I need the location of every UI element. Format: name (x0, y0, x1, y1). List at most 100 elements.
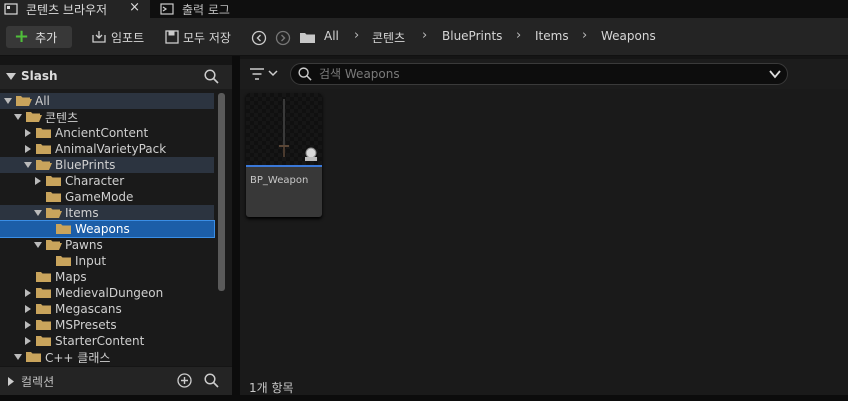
chevron-down-icon[interactable] (6, 73, 16, 81)
filter-bar (240, 59, 848, 89)
tree-item[interactable]: Weapons (0, 220, 215, 238)
back-button[interactable] (251, 30, 267, 49)
breadcrumb-item-content[interactable]: 콘텐츠 (372, 29, 405, 46)
chevron-down-icon[interactable] (4, 97, 12, 105)
tree-item-label: StarterContent (55, 334, 145, 348)
tree-item[interactable]: AncientContent (0, 125, 214, 141)
tree-item-label: Maps (55, 270, 87, 284)
content-browser-icon (4, 3, 18, 15)
forward-button[interactable] (275, 30, 291, 49)
breadcrumb-item-blueprints[interactable]: BluePrints (442, 29, 502, 43)
tree-item-label: MedievalDungeon (55, 286, 164, 300)
tree-item[interactable]: Maps (0, 269, 214, 285)
bottom-border (0, 395, 848, 401)
search-box[interactable] (290, 63, 788, 85)
chevron-down-icon[interactable] (14, 353, 22, 361)
tree-item[interactable]: GameMode (0, 189, 214, 205)
folder-open-icon (26, 112, 42, 122)
search-input[interactable] (319, 66, 759, 82)
scrollbar[interactable] (218, 93, 225, 291)
chevron-right-icon[interactable] (24, 337, 32, 345)
folder-open-icon (36, 160, 52, 170)
output-log-icon (160, 3, 174, 15)
save-icon (165, 30, 179, 44)
chevron-down-icon[interactable] (24, 161, 32, 169)
chevron-down-icon[interactable] (769, 70, 781, 79)
tab-output-log[interactable]: 출력 로그 (156, 0, 266, 18)
breadcrumb-item-weapons[interactable]: Weapons (601, 29, 656, 43)
sources-header: Slash (0, 65, 232, 89)
asset-view: BP_Weapon 1개 항목 (240, 89, 848, 395)
folder-open-icon (46, 240, 62, 250)
chevron-right-icon: › (354, 28, 360, 43)
toolbar: + 추가 임포트 모두 저장 All › 콘텐츠 › BluePrints › … (0, 18, 848, 56)
chevron-down-icon[interactable] (34, 209, 42, 217)
tree-item[interactable]: Megascans (0, 301, 214, 317)
tree-item-label: MSPresets (55, 318, 117, 332)
search-icon[interactable] (204, 69, 219, 84)
chevron-right-icon: › (422, 28, 428, 43)
tree-item-label: Pawns (65, 238, 103, 252)
add-collection-icon[interactable] (177, 373, 192, 388)
tree-item-label: Input (75, 254, 107, 268)
plus-icon: + (14, 26, 30, 47)
asset-tile[interactable]: BP_Weapon (246, 93, 322, 217)
search-icon (298, 67, 312, 81)
folder-icon (36, 336, 51, 346)
folder-open-icon (46, 208, 62, 218)
tree-item-label: AncientContent (55, 126, 149, 140)
chevron-right-icon[interactable] (24, 289, 32, 297)
filter-icon (250, 68, 278, 80)
tab-bar: 콘텐츠 브라우저 × 출력 로그 (0, 0, 848, 18)
folder-open-icon (16, 96, 32, 106)
tree-item[interactable]: StarterContent (0, 333, 214, 349)
folder-icon (36, 288, 51, 298)
tree-item-label: All (35, 94, 50, 108)
tree-item[interactable]: MSPresets (0, 317, 214, 333)
chevron-right-icon[interactable] (34, 177, 42, 185)
panel-divider[interactable] (232, 56, 240, 401)
chevron-right-icon[interactable] (24, 129, 32, 137)
breadcrumb-item-all[interactable]: All (324, 29, 339, 43)
tab-content-browser[interactable]: 콘텐츠 브라우저 × (0, 0, 150, 18)
import-icon (92, 31, 106, 43)
save-all-button[interactable]: 모두 저장 (165, 29, 231, 45)
chevron-right-icon: › (582, 28, 588, 43)
tree-item[interactable]: Items (0, 205, 214, 221)
sword-icon (279, 99, 317, 161)
chevron-right-icon[interactable] (24, 321, 32, 329)
collections-footer: 컬렉션 (0, 367, 232, 395)
chevron-down-icon[interactable] (34, 241, 42, 249)
tree-item[interactable]: C++ 클래스 (0, 349, 214, 365)
add-button[interactable]: + 추가 (6, 26, 72, 48)
close-icon[interactable]: × (129, 0, 140, 16)
chevron-right-icon[interactable] (24, 145, 32, 153)
tree-item[interactable]: 콘텐츠 (0, 109, 214, 125)
tree-item[interactable]: AnimalVarietyPack (0, 141, 214, 157)
tree-item-label: GameMode (65, 190, 134, 204)
chevron-down-icon[interactable] (14, 113, 22, 121)
import-button[interactable]: 임포트 (91, 29, 144, 45)
tree-item[interactable]: Input (0, 253, 214, 269)
tab-content-browser-label: 콘텐츠 브라우저 (26, 2, 108, 17)
search-icon[interactable] (204, 373, 219, 388)
tree-item-label: Megascans (55, 302, 122, 316)
tree-item[interactable]: BluePrints (0, 157, 214, 173)
folder-icon (299, 31, 316, 47)
tree-item-label: Items (65, 206, 99, 220)
tree-item[interactable]: All (0, 93, 214, 109)
chevron-right-icon[interactable] (24, 305, 32, 313)
folder-icon (46, 192, 61, 202)
tree-item[interactable]: MedievalDungeon (0, 285, 214, 301)
tree-item-label: AnimalVarietyPack (55, 142, 167, 156)
breadcrumb-item-items[interactable]: Items (535, 29, 569, 43)
filter-button[interactable] (250, 67, 280, 84)
chevron-right-icon[interactable] (8, 377, 14, 386)
folder-icon (36, 272, 51, 282)
tree-item[interactable]: Character (0, 173, 214, 189)
forward-arrow-icon (275, 30, 291, 46)
folder-icon (36, 144, 51, 154)
tree-item[interactable]: Pawns (0, 237, 214, 253)
folder-icon (36, 320, 51, 330)
tree-item-label: 콘텐츠 (45, 110, 79, 125)
